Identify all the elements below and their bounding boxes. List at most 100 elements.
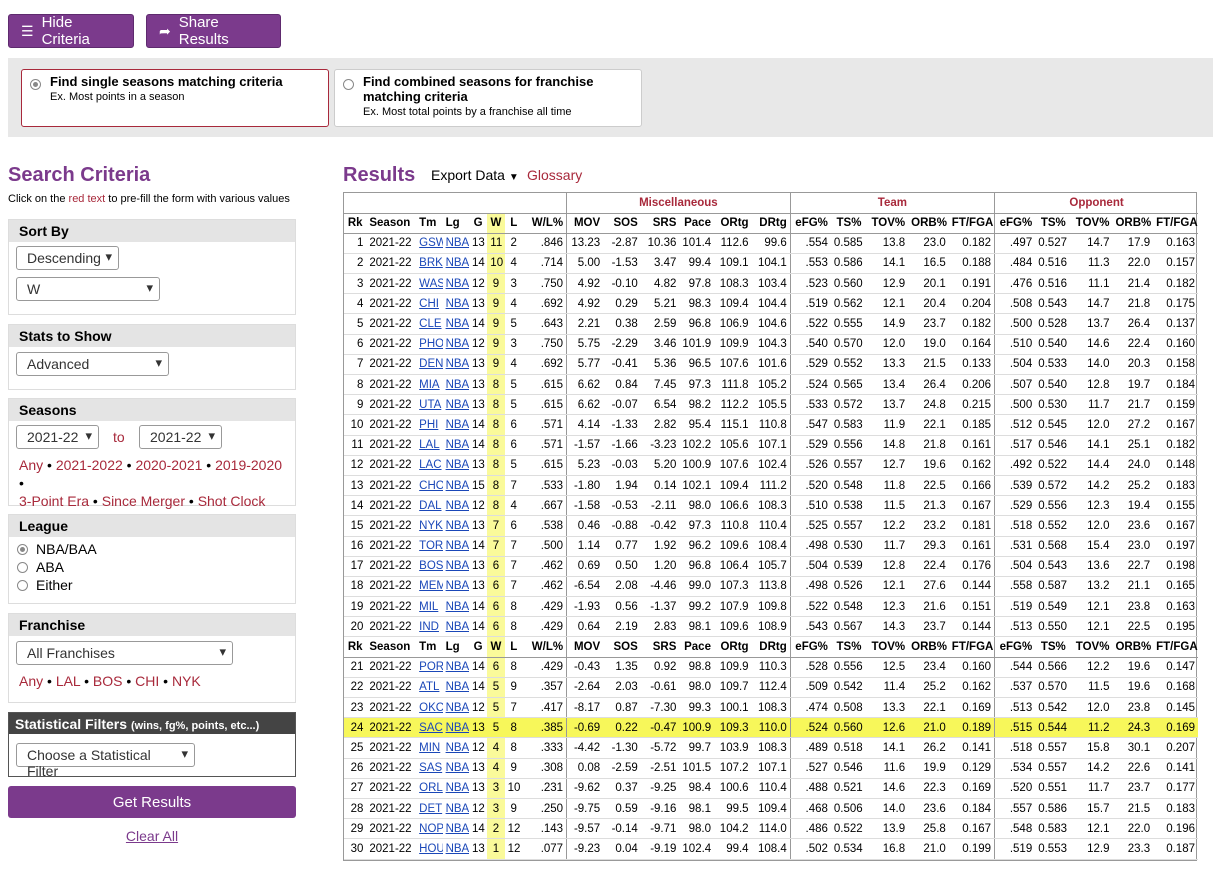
league-link-text[interactable]: NBA xyxy=(446,580,469,592)
league-link-text[interactable]: NBA xyxy=(446,803,469,815)
team-link[interactable]: PHO xyxy=(416,334,443,355)
team-link-text[interactable]: ORL xyxy=(419,782,442,794)
league-link-text[interactable]: NBA xyxy=(446,439,469,451)
league-link[interactable]: NBA xyxy=(442,334,469,355)
team-link-text[interactable]: POR xyxy=(419,661,442,673)
season-to-select[interactable]: 2021-22 xyxy=(139,425,222,449)
column-header[interactable]: L xyxy=(504,213,523,234)
team-link[interactable]: MIL xyxy=(416,596,443,618)
team-link[interactable]: UTA xyxy=(416,394,443,416)
team-link-text[interactable]: MIN xyxy=(419,742,440,754)
league-link[interactable]: NBA xyxy=(442,455,469,476)
league-link-text[interactable]: NBA xyxy=(446,681,469,693)
column-header[interactable]: SOS xyxy=(603,636,641,658)
league-link-text[interactable]: NBA xyxy=(446,762,469,774)
team-link-text[interactable]: DEN xyxy=(419,358,442,370)
team-link[interactable]: CHO xyxy=(416,475,443,497)
column-header[interactable]: MOV xyxy=(566,213,604,234)
glossary-link[interactable]: Glossary xyxy=(527,167,582,183)
column-header[interactable]: TS% xyxy=(1035,213,1069,234)
team-link-text[interactable]: DAL xyxy=(419,500,441,512)
team-link-text[interactable]: LAL xyxy=(419,439,439,451)
league-link-text[interactable]: NBA xyxy=(446,318,469,330)
team-link[interactable]: DEN xyxy=(416,354,443,376)
league-link-text[interactable]: NBA xyxy=(446,601,469,613)
team-link-text[interactable]: NYK xyxy=(419,520,442,532)
team-link[interactable]: NYK xyxy=(416,515,443,537)
league-link[interactable]: NBA xyxy=(442,717,469,739)
team-link-text[interactable]: CHI xyxy=(419,298,439,310)
league-link-text[interactable]: NBA xyxy=(446,500,469,512)
league-link-text[interactable]: NBA xyxy=(446,379,469,391)
league-link[interactable]: NBA xyxy=(442,737,469,759)
franchise-select[interactable]: All Franchises xyxy=(16,641,233,665)
franchise-quick-chi[interactable]: CHI xyxy=(135,673,159,689)
team-link-text[interactable]: WAS xyxy=(419,278,442,290)
column-header[interactable]: Lg xyxy=(442,213,469,234)
team-link[interactable]: BRK xyxy=(416,253,443,275)
sort-stat-select[interactable]: W xyxy=(16,277,160,301)
team-link[interactable]: IND xyxy=(416,616,443,638)
team-link[interactable]: NOP xyxy=(416,818,443,840)
league-link[interactable]: NBA xyxy=(442,273,469,295)
column-header[interactable]: eFG% xyxy=(789,636,831,658)
column-header[interactable]: MOV xyxy=(566,636,604,658)
league-link-text[interactable]: NBA xyxy=(446,722,469,734)
team-link-text[interactable]: SAS xyxy=(419,762,442,774)
team-link[interactable]: MIN xyxy=(416,737,443,759)
league-link[interactable]: NBA xyxy=(442,313,469,335)
team-link[interactable]: GSW xyxy=(416,233,443,254)
league-link-text[interactable]: NBA xyxy=(446,520,469,532)
team-link[interactable]: OKC xyxy=(416,697,443,719)
season-quick-2019-2020[interactable]: 2019-2020 xyxy=(215,457,282,473)
league-link[interactable]: NBA xyxy=(442,778,469,799)
column-header[interactable]: TS% xyxy=(830,636,865,658)
team-link-text[interactable]: CLE xyxy=(419,318,441,330)
season-quick-3pt-era[interactable]: 3-Point Era xyxy=(19,493,89,509)
team-link-text[interactable]: MIA xyxy=(419,379,439,391)
franchise-quick-bos[interactable]: BOS xyxy=(93,673,123,689)
team-link-text[interactable]: LAC xyxy=(419,459,441,471)
team-link[interactable]: TOR xyxy=(416,536,443,557)
league-link-text[interactable]: NBA xyxy=(446,742,469,754)
season-quick-any[interactable]: Any xyxy=(19,457,43,473)
column-header[interactable]: eFG% xyxy=(994,213,1036,234)
column-header[interactable]: eFG% xyxy=(994,636,1036,658)
mode-single-seasons[interactable]: Find single seasons matching criteria Ex… xyxy=(21,69,329,127)
team-link-text[interactable]: SAC xyxy=(419,722,442,734)
sort-order-select[interactable]: Descending xyxy=(16,246,119,270)
column-header[interactable]: SRS xyxy=(640,213,680,234)
franchise-quick-nyk[interactable]: NYK xyxy=(172,673,201,689)
column-header[interactable]: Rk xyxy=(344,636,367,658)
stats-to-show-select[interactable]: Advanced xyxy=(16,352,169,376)
league-link-text[interactable]: NBA xyxy=(446,560,469,572)
team-link[interactable]: CHI xyxy=(416,293,443,315)
league-link[interactable]: NBA xyxy=(442,576,469,598)
team-link-text[interactable]: GSW xyxy=(419,237,442,249)
team-link-text[interactable]: BRK xyxy=(419,257,442,269)
team-link-text[interactable]: BOS xyxy=(419,560,442,572)
team-link[interactable]: BOS xyxy=(416,556,443,577)
league-link[interactable]: NBA xyxy=(442,536,469,557)
column-header[interactable]: ORB% xyxy=(908,636,949,658)
column-header[interactable]: TOV% xyxy=(864,213,909,234)
column-header[interactable]: DRtg xyxy=(751,636,791,658)
column-header[interactable]: Pace xyxy=(679,213,714,234)
league-link[interactable]: NBA xyxy=(442,838,469,860)
team-link[interactable]: WAS xyxy=(416,273,443,295)
league-link-text[interactable]: NBA xyxy=(446,257,469,269)
league-link[interactable]: NBA xyxy=(442,475,469,497)
column-header[interactable]: L xyxy=(504,636,523,658)
column-header[interactable]: W xyxy=(487,636,505,658)
league-option-aba[interactable]: ABA xyxy=(17,558,97,576)
league-link[interactable]: NBA xyxy=(442,495,469,517)
league-link-text[interactable]: NBA xyxy=(446,621,469,633)
team-link-text[interactable]: IND xyxy=(419,621,439,633)
column-header[interactable]: DRtg xyxy=(751,213,791,234)
column-header[interactable]: TOV% xyxy=(1068,636,1113,658)
team-link-text[interactable]: MIL xyxy=(419,601,438,613)
team-link-text[interactable]: ATL xyxy=(419,681,439,693)
column-header[interactable]: G xyxy=(469,636,488,658)
league-link[interactable]: NBA xyxy=(442,677,469,699)
radio-icon[interactable] xyxy=(30,79,41,90)
